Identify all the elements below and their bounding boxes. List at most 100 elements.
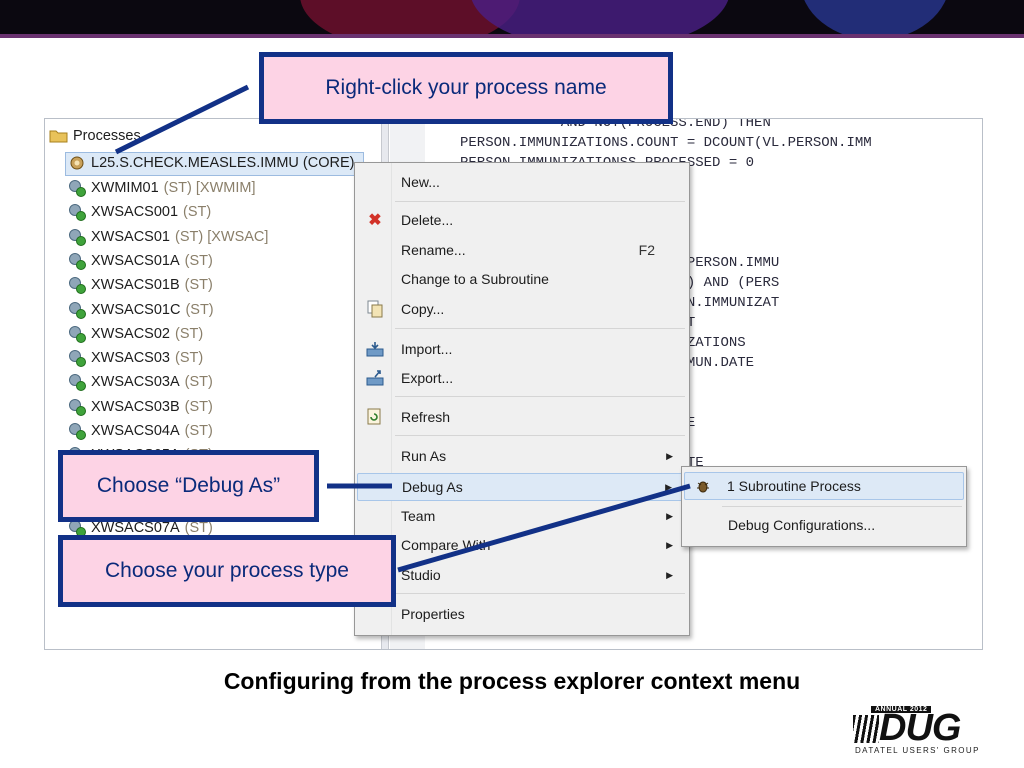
process-icon: [69, 325, 86, 343]
banner-orb-blue: [800, 0, 950, 34]
tree-item-label: XWSACS01: [91, 228, 170, 245]
process-icon: [69, 155, 85, 171]
menu-item-refresh[interactable]: Refresh: [357, 404, 685, 430]
rename-shortcut: F2: [638, 242, 655, 258]
code-line: PERSON.IMMUNIZATIONS.COUNT = DCOUNT(VL.P…: [460, 135, 872, 151]
menu-item-import[interactable]: Import...: [357, 336, 685, 362]
submenu-item2-label: Debug Configurations...: [728, 517, 876, 533]
menu-item-team[interactable]: Team ▶: [357, 503, 685, 529]
submenu-item-debug-configurations[interactable]: Debug Configurations...: [684, 512, 962, 538]
tree-item-label: XWSACS01C: [91, 301, 181, 318]
submenu-item-subroutine-process[interactable]: 1 Subroutine Process: [684, 472, 964, 500]
menu-item-new[interactable]: New...: [357, 169, 685, 195]
tree-item-label: XWSACS01B: [91, 277, 180, 294]
menu-item-change-to-subroutine[interactable]: Change to a Subroutine: [357, 266, 685, 292]
process-icon: [69, 228, 86, 246]
tree-item-tags: (ST): [185, 301, 214, 318]
tree-item[interactable]: XWSACS01 (ST) [XWSAC]: [69, 225, 268, 249]
tree-item-tags: (ST): [184, 520, 213, 537]
tree-item[interactable]: XWSACS04A (ST): [69, 419, 213, 443]
tree-item-label: XWSACS03B: [91, 398, 180, 415]
menu-item-rename[interactable]: Rename... F2: [357, 237, 685, 263]
menu-item-studio-label: Studio: [401, 567, 441, 583]
tree-item-tags: (ST): [174, 350, 204, 367]
tree-item[interactable]: XWMIM01 (ST) [XWMIM]: [69, 176, 256, 200]
menu-item-properties-label: Properties: [401, 606, 465, 622]
tree-item[interactable]: XWSACS02 (ST): [69, 322, 203, 346]
tree-item[interactable]: XWSACS01B (ST): [69, 273, 213, 297]
tree-item-label: XWSACS04A: [91, 423, 180, 439]
menu-separator: [395, 435, 685, 436]
menu-item-debug-as-label: Debug As: [402, 479, 463, 495]
tree-item-label: XWSACS07A: [91, 520, 180, 537]
tree-item[interactable]: XWSACS03B (ST): [69, 395, 213, 419]
folder-icon: [49, 130, 68, 143]
process-icon: [69, 374, 86, 392]
submenu-arrow-icon: ▶: [666, 539, 673, 550]
tree-item-tags: (ST): [183, 204, 212, 221]
tree-item-tags: (ST): [184, 277, 213, 294]
menu-item-debug-as[interactable]: Debug As ▶: [357, 473, 685, 501]
menu-item-refresh-label: Refresh: [401, 409, 451, 425]
submenu-arrow-icon: ▶: [666, 510, 673, 521]
menu-separator: [395, 201, 685, 202]
banner-stripe: [0, 34, 1024, 38]
tree-item-label: XWSACS03: [91, 350, 170, 367]
menu-item-rename-label: Rename...: [401, 242, 466, 258]
refresh-icon: [365, 407, 385, 427]
submenu-item1-label: 1 Subroutine Process: [727, 478, 861, 494]
tree-item-tags: (ST) [XWMIM]: [163, 180, 256, 196]
tree-item-label: XWSACS02: [91, 325, 170, 342]
menu-separator: [395, 593, 685, 594]
menu-item-compare-with[interactable]: Compare With ▶: [357, 532, 685, 558]
tree-item-label: XWSACS001: [91, 204, 179, 221]
tree-item[interactable]: XWSACS03 (ST): [69, 346, 203, 370]
tree-item[interactable]: XWSACS001 (ST): [69, 200, 211, 224]
tree-item-label: XWSACS03A: [91, 374, 180, 391]
tree-item-tags: (ST): [184, 252, 213, 269]
menu-item-import-label: Import...: [401, 341, 453, 357]
submenu-arrow-icon: ▶: [666, 450, 673, 461]
logo-main-text: DUG: [879, 707, 961, 749]
process-icon: [69, 204, 86, 222]
tree-item-selected[interactable]: L25.S.CHECK.MEASLES.IMMU (CORE): [69, 151, 354, 175]
tree-item-tags: (ST): [184, 398, 213, 415]
callout-debug-as-text: Choose “Debug As”: [96, 474, 281, 497]
banner-orb-purple: [470, 0, 730, 34]
tree-item[interactable]: XWSACS01C (ST): [69, 298, 214, 322]
menu-item-export-label: Export...: [401, 370, 454, 386]
process-icon: [69, 252, 86, 270]
menu-item-studio[interactable]: Studio ▶: [357, 562, 685, 588]
logo-sub-text: DATATEL USERS' GROUP: [855, 746, 980, 755]
logo-stripes: [853, 715, 879, 743]
menu-separator: [395, 396, 685, 397]
tree-item-tags: (ST) [XWSAC]: [174, 228, 269, 245]
tree-root[interactable]: Processes: [49, 125, 141, 147]
tree-root-label: Processes: [73, 128, 141, 144]
menu-item-properties[interactable]: Properties: [357, 601, 685, 627]
menu-item-export[interactable]: Export...: [357, 365, 685, 391]
dug-logo: ANNUAL 2012 DUG DATATEL USERS' GROUP: [853, 706, 999, 758]
menu-item-run-as[interactable]: Run As ▶: [357, 443, 685, 469]
process-icon: [69, 520, 86, 538]
menu-item-run-as-label: Run As: [401, 448, 447, 464]
menu-item-compare-label: Compare With: [401, 537, 491, 553]
callout-process-type: Choose your process type: [58, 535, 396, 607]
process-icon: [69, 423, 86, 440]
menu-separator: [395, 328, 685, 329]
tree-item-label: XWSACS01A: [91, 252, 180, 269]
menu-item-delete-label: Delete...: [401, 212, 454, 228]
export-icon: [365, 368, 385, 388]
callout-right-click: Right-click your process name: [259, 52, 673, 124]
menu-separator: [722, 506, 962, 507]
tree-item-label: XWMIM01: [91, 180, 159, 196]
tree-item[interactable]: XWSACS03A (ST): [69, 370, 213, 394]
tree-item[interactable]: XWSACS01A (ST): [69, 249, 213, 273]
menu-item-copy[interactable]: Copy...: [357, 296, 685, 322]
submenu-arrow-icon: ▶: [665, 481, 672, 492]
menu-item-change-label: Change to a Subroutine: [401, 271, 549, 287]
menu-item-delete[interactable]: ✖ Delete...: [357, 207, 685, 233]
top-banner: [0, 0, 1024, 34]
process-icon: [69, 350, 86, 368]
callout-debug-as: Choose “Debug As”: [58, 450, 319, 522]
